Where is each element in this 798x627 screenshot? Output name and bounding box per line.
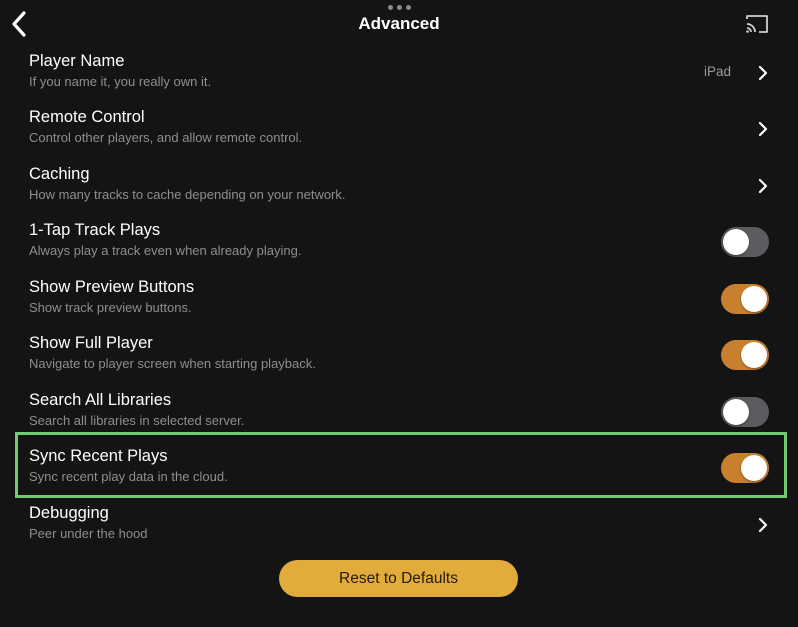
setting-label: Remote Control <box>29 108 145 126</box>
setting-row-debugging[interactable]: Debugging Peer under the hood <box>0 498 798 554</box>
setting-description: Navigate to player screen when starting … <box>29 356 316 371</box>
setting-label: Show Preview Buttons <box>29 278 195 296</box>
setting-description: How many tracks to cache depending on yo… <box>29 187 346 202</box>
toggle-knob <box>741 342 767 368</box>
setting-row-player-name[interactable]: Player Name If you name it, you really o… <box>0 46 798 102</box>
toggle-knob <box>723 229 749 255</box>
setting-label: Search All Libraries <box>29 391 172 409</box>
setting-row-sync-recent-plays: Sync Recent Plays Sync recent play data … <box>0 441 798 497</box>
setting-label: Debugging <box>29 504 109 522</box>
setting-row-show-preview-buttons: Show Preview Buttons Show track preview … <box>0 272 798 328</box>
setting-value: iPad <box>703 64 731 79</box>
setting-description: Peer under the hood <box>29 526 148 541</box>
toggle-switch[interactable] <box>721 453 769 483</box>
reset-to-defaults-button[interactable]: Reset to Defaults <box>279 560 518 597</box>
setting-row-show-full-player: Show Full Player Navigate to player scre… <box>0 328 798 384</box>
toggle-knob <box>723 399 749 425</box>
setting-label: Show Full Player <box>29 334 153 352</box>
chevron-right-icon <box>758 178 768 194</box>
toggle-knob <box>741 286 767 312</box>
setting-description: Always play a track even when already pl… <box>29 243 302 258</box>
setting-row-caching[interactable]: Caching How many tracks to cache dependi… <box>0 159 798 215</box>
toggle-switch[interactable] <box>721 227 769 257</box>
setting-label: Sync Recent Plays <box>29 447 168 465</box>
setting-label: 1-Tap Track Plays <box>29 221 161 239</box>
toggle-switch[interactable] <box>721 340 769 370</box>
setting-description: Sync recent play data in the cloud. <box>29 469 228 484</box>
setting-description: Search all libraries in selected server. <box>29 413 245 428</box>
setting-label: Caching <box>29 165 90 183</box>
setting-row-search-all-libraries: Search All Libraries Search all librarie… <box>0 385 798 441</box>
setting-description: Control other players, and allow remote … <box>29 130 303 145</box>
page-title: Advanced <box>358 14 440 33</box>
toggle-knob <box>741 455 767 481</box>
chevron-right-icon <box>758 121 768 137</box>
setting-row-remote-control[interactable]: Remote Control Control other players, an… <box>0 102 798 158</box>
setting-description: Show track preview buttons. <box>29 300 192 315</box>
toggle-switch[interactable] <box>721 284 769 314</box>
navigation-bar: Advanced <box>0 0 798 50</box>
chevron-right-icon <box>758 517 768 533</box>
more-dots-icon[interactable] <box>388 5 411 10</box>
setting-description: If you name it, you really own it. <box>29 74 212 89</box>
cast-icon[interactable] <box>744 12 770 36</box>
chevron-right-icon <box>758 65 768 81</box>
toggle-switch[interactable] <box>721 397 769 427</box>
setting-label: Player Name <box>29 52 125 70</box>
setting-row-1-tap-track-plays: 1-Tap Track Plays Always play a track ev… <box>0 215 798 271</box>
